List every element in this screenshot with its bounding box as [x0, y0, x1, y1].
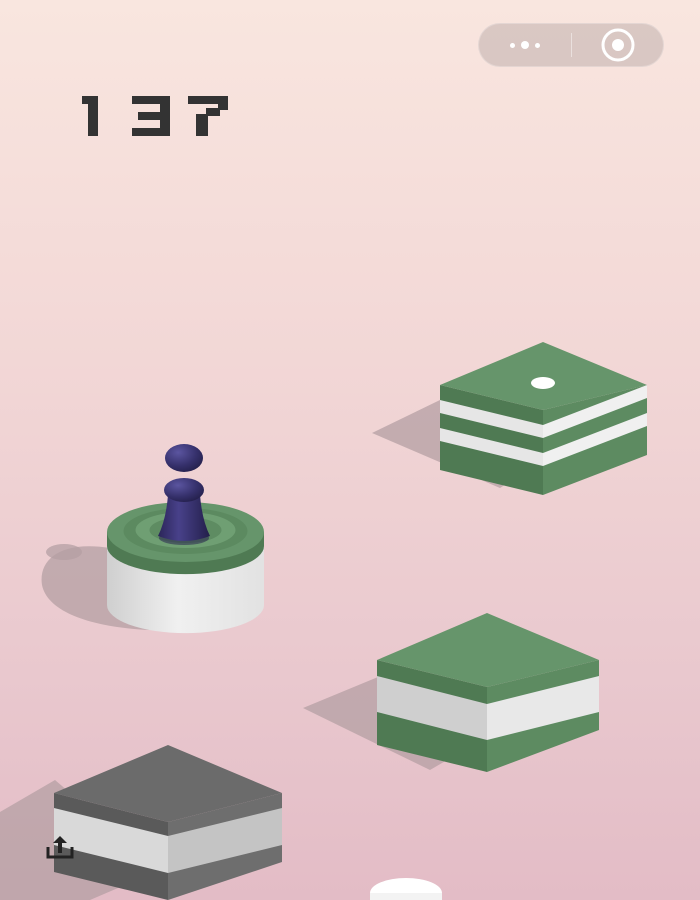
score-digits: [82, 96, 228, 136]
player-pawn[interactable]: [158, 444, 210, 545]
platform-green-striped: [440, 342, 647, 495]
more-dots-icon: [510, 42, 515, 48]
platform-green-block: [377, 613, 599, 772]
platform-white-cylinder: [370, 878, 442, 900]
game-scene[interactable]: 137: [0, 0, 700, 900]
platform-gray-block: [54, 745, 282, 900]
more-button[interactable]: [479, 24, 571, 66]
share-button[interactable]: [46, 835, 74, 861]
target-circle-icon: [601, 28, 634, 62]
close-button[interactable]: [572, 24, 663, 66]
miniprogram-capsule: [478, 23, 664, 67]
share-upload-icon: [46, 836, 74, 859]
score-counter: 137: [78, 96, 238, 136]
